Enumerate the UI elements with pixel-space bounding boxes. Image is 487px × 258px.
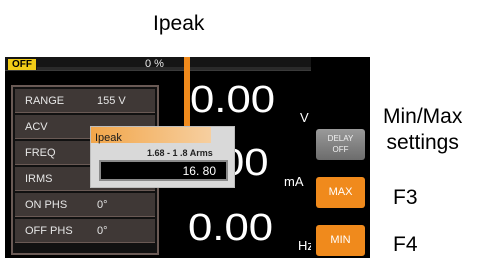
min-softkey[interactable]: MIN [316, 225, 365, 256]
voltage-readout: 0.00 [190, 79, 276, 121]
param-label: FREQ [25, 147, 56, 159]
param-row-on-phs[interactable]: ON PHS 0° [15, 193, 155, 217]
current-unit: mA [284, 174, 304, 189]
progress-track [37, 67, 327, 70]
minmax-callout-line1: Min/Max [383, 105, 463, 128]
delay-softkey[interactable]: DELAY OFF [316, 129, 365, 160]
param-row-off-phs[interactable]: OFF PHS 0° [15, 219, 155, 243]
param-row-range[interactable]: RANGE 155 V [15, 89, 155, 113]
param-label: RANGE [25, 95, 65, 107]
percent-readout: 0 % [145, 58, 164, 70]
param-value: 0° [97, 199, 108, 211]
ipeak-value-field[interactable]: 16. 80 [99, 160, 228, 181]
output-state-badge: OFF [8, 59, 36, 70]
voltage-unit: V [300, 110, 309, 125]
param-value: 155 V [97, 95, 126, 107]
param-label: OFF PHS [25, 225, 73, 237]
ipeak-value: 16. 80 [182, 164, 216, 178]
frequency-readout: 0.00 [188, 207, 274, 249]
max-softkey[interactable]: MAX [316, 177, 365, 208]
param-label: IRMS [25, 173, 53, 185]
delay-softkey-line1: DELAY [327, 134, 354, 143]
popup-title: Ipeak [95, 132, 122, 144]
f4-callout-label: F4 [393, 233, 418, 256]
param-value: 0° [97, 225, 108, 237]
ipeak-callout-label: Ipeak [153, 12, 205, 35]
popup-range: 1.68 - 1 .8 Arms [147, 148, 213, 158]
f3-callout-label: F3 [393, 186, 418, 209]
minmax-callout-label: Min/Max settings [383, 104, 462, 156]
minmax-callout-line2: settings [386, 131, 459, 154]
ipeak-popup: Ipeak 1.68 - 1 .8 Arms 16. 80 [90, 126, 235, 188]
param-label: ON PHS [25, 199, 68, 211]
delay-softkey-line2: OFF [332, 145, 349, 154]
param-label: ACV [25, 121, 48, 133]
